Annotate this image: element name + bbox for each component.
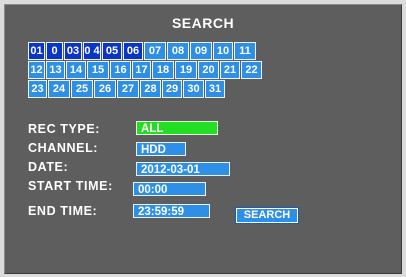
calendar-day[interactable]: 18 [152, 61, 174, 79]
calendar-day[interactable]: 08 [167, 42, 189, 60]
calendar-day[interactable]: 09 [190, 42, 212, 60]
dialog-title: SEARCH [171, 15, 235, 31]
calendar-day[interactable]: 05 [102, 42, 122, 60]
calendar-day[interactable]: 21 [220, 61, 240, 79]
calendar-day[interactable]: 10 [213, 42, 233, 60]
calendar-row-2: 12 13 14 15 16 17 18 19 20 21 22 [28, 61, 263, 79]
calendar-day[interactable]: 01 [28, 42, 45, 60]
end-time-label: END TIME: [28, 204, 98, 218]
search-button[interactable]: SEARCH [235, 207, 299, 224]
calendar-day[interactable]: 31 [205, 80, 225, 98]
calendar-day[interactable]: 13 [46, 61, 65, 79]
rec-type-label: REC TYPE: [28, 122, 101, 136]
calendar-day[interactable]: 22 [241, 61, 262, 79]
calendar-day[interactable]: 27 [117, 80, 139, 98]
calendar-day[interactable]: 06 [123, 42, 143, 60]
start-time-label: START TIME: [28, 179, 113, 193]
end-time-field[interactable]: 23:59:59 [133, 204, 210, 218]
calendar-day[interactable]: 12 [28, 61, 45, 79]
calendar-day[interactable]: 16 [110, 61, 131, 79]
calendar-day[interactable]: 0 4 [83, 42, 101, 60]
calendar-grid: 01 0 2 03 0 4 05 06 07 08 09 10 11 12 13… [28, 42, 263, 99]
date-label: DATE: [28, 160, 69, 174]
calendar-row-1: 01 0 2 03 0 4 05 06 07 08 09 10 11 [28, 42, 263, 73]
calendar-day[interactable]: 26 [94, 80, 116, 98]
channel-select[interactable]: HDD [136, 142, 186, 156]
rec-type-select[interactable]: ALL [136, 121, 218, 135]
calendar-day[interactable]: 19 [175, 61, 197, 79]
calendar-day[interactable]: 17 [132, 61, 151, 79]
search-dialog: SEARCH 01 0 2 03 0 4 05 06 07 08 09 10 1… [4, 4, 402, 274]
calendar-day[interactable]: 30 [183, 80, 204, 98]
calendar-day[interactable]: 15 [87, 61, 109, 79]
start-time-field[interactable]: 00:00 [133, 182, 206, 196]
calendar-day[interactable]: 23 [28, 80, 47, 98]
calendar-day[interactable]: 0 2 [46, 42, 63, 73]
calendar-day[interactable]: 24 [48, 80, 70, 98]
calendar-day[interactable]: 29 [162, 80, 182, 98]
calendar-day[interactable]: 07 [144, 42, 166, 60]
calendar-day[interactable]: 03 [64, 42, 82, 60]
date-field[interactable]: 2012-03-01 [136, 162, 230, 176]
calendar-day[interactable]: 25 [71, 80, 93, 98]
calendar-day[interactable]: 20 [198, 61, 219, 79]
calendar-row-3: 23 24 25 26 27 28 29 30 31 [28, 80, 263, 98]
calendar-day[interactable]: 14 [66, 61, 86, 79]
calendar-day[interactable]: 11 [234, 42, 256, 60]
channel-label: CHANNEL: [28, 141, 99, 155]
calendar-day[interactable]: 28 [140, 80, 161, 98]
